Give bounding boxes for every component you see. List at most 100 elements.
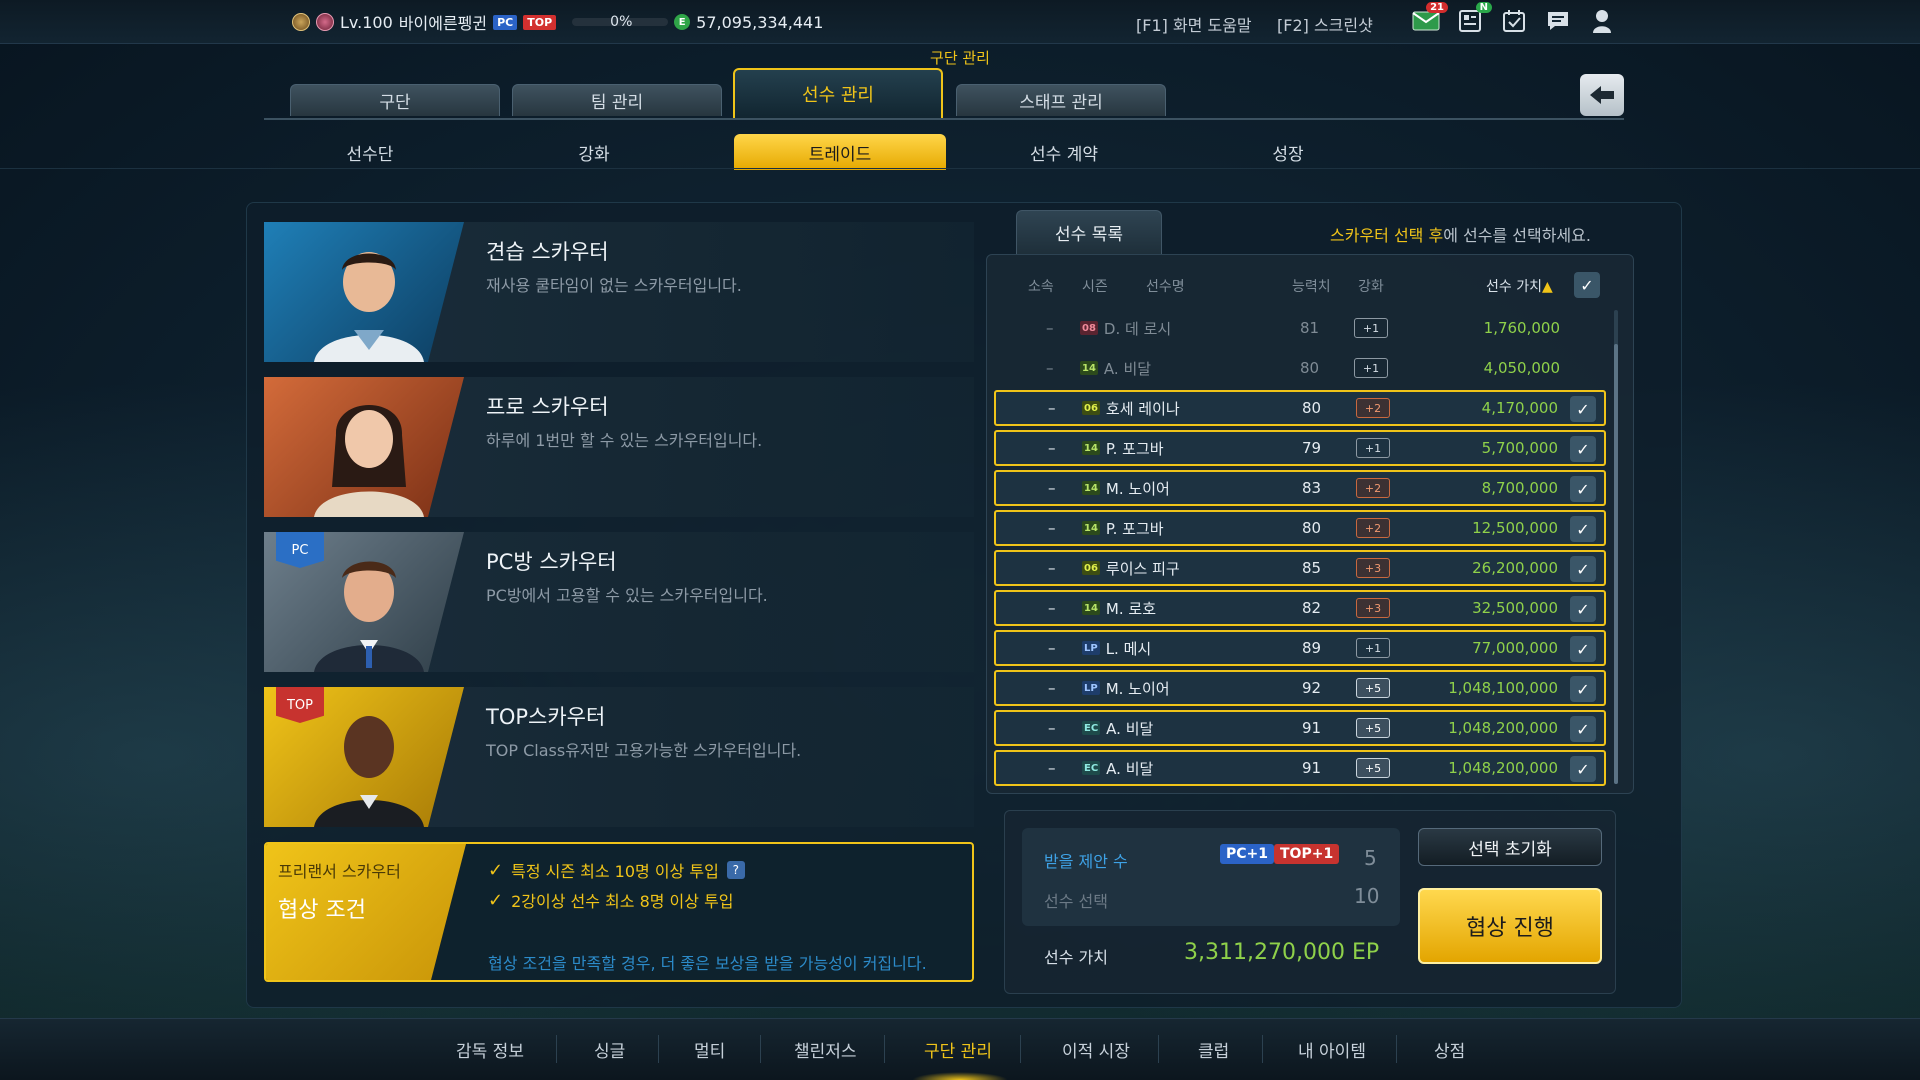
nav-challengers[interactable]: 챌린저스 [794,1037,857,1062]
player-value: 12,500,000 [1472,519,1558,537]
row-checkbox[interactable]: ✓ [1570,636,1596,662]
scout-card-pro[interactable]: 프로 스카우터 하루에 1번만 할 수 있는 스카우터입니다. [264,377,974,517]
scout-photo: PC [264,532,464,672]
back-arrow-icon [1590,86,1614,104]
col-value[interactable]: 선수 가치▲ [1486,276,1553,296]
row-checkbox[interactable]: ✓ [1570,516,1596,542]
pc-bonus-badge: PC+1 [1220,844,1275,864]
player-row[interactable]: – 14 P. 포그바 80 +2 12,500,000 ✓ [994,510,1606,546]
exp-percent: 0% [610,14,633,30]
subtab-trade[interactable]: 트레이드 [734,134,946,170]
player-row[interactable]: – EC A. 비달 91 +5 1,048,200,000 ✓ [994,710,1606,746]
sub-tabs: 선수단 강화 트레이드 선수 계약 성장 [264,134,1684,170]
nav-club[interactable]: 클럽 [1198,1037,1229,1062]
enhance-badge: +2 [1356,398,1390,418]
help-shortcut[interactable]: [F1] 화면 도움말 [1136,12,1252,36]
tab-staff-management[interactable]: 스태프 관리 [956,84,1166,116]
user-level: Lv.100 [340,12,393,32]
scout-card-apprentice[interactable]: 견습 스카우터 재사용 쿨타임이 없는 스카우터입니다. [264,222,974,362]
player-name-cell: 14 P. 포그바 [1082,432,1164,464]
player-value: 4,050,000 [1483,359,1560,377]
enhance-cell: +2 [1356,512,1390,544]
total-value: 3,311,270,000 EP [1184,940,1380,965]
player-ovr: 80 [1300,359,1320,377]
nav-transfer-market[interactable]: 이적 시장 [1062,1037,1130,1062]
col-club[interactable]: 소속 [1028,276,1054,296]
col-name[interactable]: 선수명 [1146,276,1185,296]
mail-icon [1412,11,1440,31]
scout-card-pcbang[interactable]: PC PC방 스카우터 PC방에서 고용할 수 있는 스카우터입니다. [264,532,974,672]
player-row[interactable]: – 14 A. 비달 80 +1 4,050,000 [994,350,1606,386]
tab-club[interactable]: 구단 [290,84,500,116]
news-button[interactable]: N [1456,2,1492,34]
tab-player-list[interactable]: 선수 목록 [1016,210,1162,254]
screenshot-shortcut[interactable]: [F2] 스크린샷 [1277,12,1373,36]
player-row[interactable]: – 14 P. 포그바 79 +1 5,700,000 ✓ [994,430,1606,466]
col-season[interactable]: 시즌 [1082,276,1108,296]
col-enhance[interactable]: 강화 [1358,276,1384,296]
chat-button[interactable] [1544,8,1572,34]
player-ovr: 81 [1300,319,1320,337]
player-ovr: 85 [1302,559,1322,577]
player-row[interactable]: – LP L. 메시 89 +1 77,000,000 ✓ [994,630,1606,666]
row-checkbox[interactable]: ✓ [1570,476,1596,502]
player-row[interactable]: – 14 M. 로호 82 +3 32,500,000 ✓ [994,590,1606,626]
subtab-contract[interactable]: 선수 계약 [958,134,1170,170]
sort-arrow-icon: ▲ [1541,279,1553,295]
reset-selection-button[interactable]: 선택 초기화 [1418,828,1602,866]
season-badge-icon: EC [1082,761,1101,775]
nav-separator [1396,1035,1397,1063]
player-name: M. 로호 [1105,599,1157,618]
col-ovr[interactable]: 능력치 [1292,276,1331,296]
player-row[interactable]: – 06 호세 레이나 80 +2 4,170,000 ✓ [994,390,1606,426]
nav-my-items[interactable]: 내 아이템 [1298,1037,1366,1062]
nav-manager-info[interactable]: 감독 정보 [456,1037,524,1062]
season-badge-icon: 06 [1082,561,1100,575]
row-checkbox[interactable]: ✓ [1570,596,1596,622]
row-checkbox[interactable]: ✓ [1570,436,1596,462]
mail-button[interactable]: 21 [1412,2,1448,34]
negotiate-button[interactable]: 협상 진행 [1418,888,1602,964]
row-checkbox[interactable]: ✓ [1570,716,1596,742]
checkin-button[interactable] [1500,8,1528,34]
subtab-enhance[interactable]: 강화 [488,134,700,170]
player-row[interactable]: – 14 M. 노이어 83 +2 8,700,000 ✓ [994,470,1606,506]
scout-desc: 재사용 쿨타임이 없는 스카우터입니다. [486,276,742,295]
profile-button[interactable] [1588,8,1616,34]
row-checkbox[interactable]: ✓ [1570,676,1596,702]
player-row[interactable]: – LP M. 노이어 92 +5 1,048,100,000 ✓ [994,670,1606,706]
season-badge-icon: 06 [1082,401,1100,415]
subtab-squad[interactable]: 선수단 [264,134,476,170]
season-badge-icon: 14 [1080,361,1098,375]
player-ovr: 80 [1302,399,1322,417]
player-row[interactable]: – 06 루이스 피구 85 +3 26,200,000 ✓ [994,550,1606,586]
top-ribbon: TOP [276,687,324,723]
nav-single[interactable]: 싱글 [594,1037,625,1062]
nav-separator [556,1035,557,1063]
nav-multi[interactable]: 멀티 [694,1037,725,1062]
tab-player-management[interactable]: 선수 관리 [733,68,943,118]
scout-portrait-icon [314,716,424,827]
player-ovr: 82 [1302,599,1322,617]
top-tag: TOP [523,14,557,30]
enhance-cell: +3 [1356,592,1390,624]
player-row[interactable]: – 08 D. 데 로시 81 +1 1,760,000 [994,310,1606,346]
row-checkbox[interactable]: ✓ [1570,756,1596,782]
subtab-growth[interactable]: 성장 [1182,134,1394,170]
row-checkbox[interactable]: ✓ [1570,556,1596,582]
select-all-checkbox[interactable]: ✓ [1574,272,1600,298]
player-name-cell: EC A. 비달 [1082,712,1153,744]
row-checkbox[interactable]: ✓ [1570,396,1596,422]
scrollbar-thumb[interactable] [1614,344,1618,784]
chat-icon [1548,12,1568,30]
player-row[interactable]: – EC A. 비달 91 +5 1,048,200,000 ✓ [994,750,1606,786]
back-button[interactable] [1580,74,1624,116]
help-icon[interactable]: ? [726,861,745,879]
scout-name: TOP스카우터 [486,705,606,729]
nav-shop[interactable]: 상점 [1434,1037,1465,1062]
player-name: 루이스 피구 [1105,559,1180,578]
nav-club-management[interactable]: 구단 관리 [924,1037,992,1062]
player-club: – [1048,439,1056,457]
scout-card-top[interactable]: TOP TOP스카우터 TOP Class유저만 고용가능한 스카우터입니다. [264,687,974,827]
tab-team-management[interactable]: 팀 관리 [512,84,722,116]
